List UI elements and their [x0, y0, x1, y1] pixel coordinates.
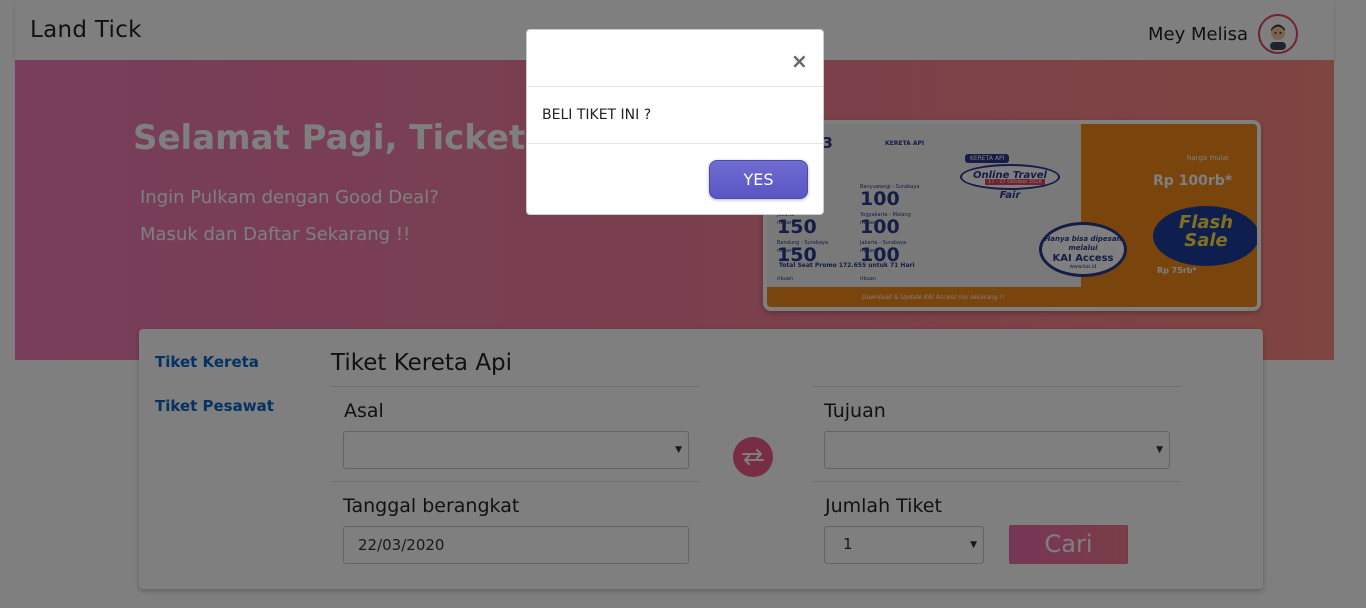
modal-divider: [527, 143, 823, 144]
close-icon[interactable]: ×: [791, 49, 808, 73]
yes-button[interactable]: YES: [709, 160, 808, 199]
confirm-modal: × BELI TIKET INI ? YES: [526, 29, 824, 215]
modal-divider: [527, 86, 823, 87]
modal-message: BELI TIKET INI ?: [542, 107, 652, 123]
